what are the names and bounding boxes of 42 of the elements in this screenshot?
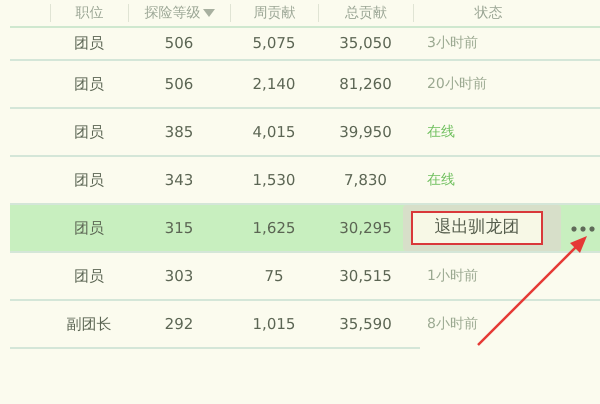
- table-cell: 副团长: [66, 314, 112, 333]
- table-cell: 81,260: [339, 74, 392, 93]
- table-cell: 1,625: [252, 218, 296, 237]
- table-cell: 2,140: [252, 74, 296, 93]
- status-text: 1小时前: [427, 268, 478, 284]
- table-cell: 30,515: [339, 266, 392, 285]
- selected-row[interactable]: 团员 315 1,625 30,295 退出驯龙团: [10, 205, 600, 253]
- table-cell: 团员: [74, 34, 104, 52]
- more-icon[interactable]: [571, 226, 595, 232]
- table-cell: 75: [264, 266, 284, 285]
- table-cell: 5,075: [252, 34, 296, 52]
- status-text: 8小时前: [427, 316, 478, 332]
- column-header[interactable]: 职位: [76, 5, 104, 21]
- table-cell: 团员: [74, 74, 104, 93]
- table-cell: 团员: [74, 122, 104, 141]
- column-header[interactable]: 状态: [474, 5, 502, 21]
- table-cell: 团员: [74, 218, 104, 237]
- table-cell: 1,530: [252, 170, 296, 189]
- table-cell: 4,015: [252, 122, 296, 141]
- status-text: 在线: [427, 124, 455, 140]
- table-cell: 35,050: [339, 34, 392, 52]
- table-cell: 292: [164, 314, 194, 333]
- table-cell: 506: [164, 74, 194, 93]
- table-cell: 303: [164, 266, 194, 285]
- table-cell: 7,830: [344, 170, 387, 189]
- table-cell: 315: [164, 218, 194, 237]
- table-cell: 35,590: [339, 314, 392, 333]
- table-cell: 343: [164, 170, 194, 189]
- table-cell: 506: [164, 34, 194, 52]
- table-cell: 30,295: [339, 218, 392, 237]
- leave-button[interactable]: 退出驯龙团: [411, 211, 543, 245]
- status-text: 20小时前: [427, 76, 487, 92]
- table-cell: 385: [164, 122, 194, 141]
- column-header[interactable]: 探险等级: [144, 5, 200, 21]
- column-header[interactable]: 周贡献: [254, 5, 296, 21]
- status-text: 在线: [427, 172, 455, 188]
- table-cell: 39,950: [339, 122, 392, 141]
- table-cell: 团员: [74, 170, 104, 189]
- table-cell: 1,015: [252, 314, 296, 333]
- status-text: 3小时前: [427, 35, 478, 51]
- table-cell: 团员: [74, 266, 104, 285]
- column-header[interactable]: 总贡献: [345, 5, 387, 21]
